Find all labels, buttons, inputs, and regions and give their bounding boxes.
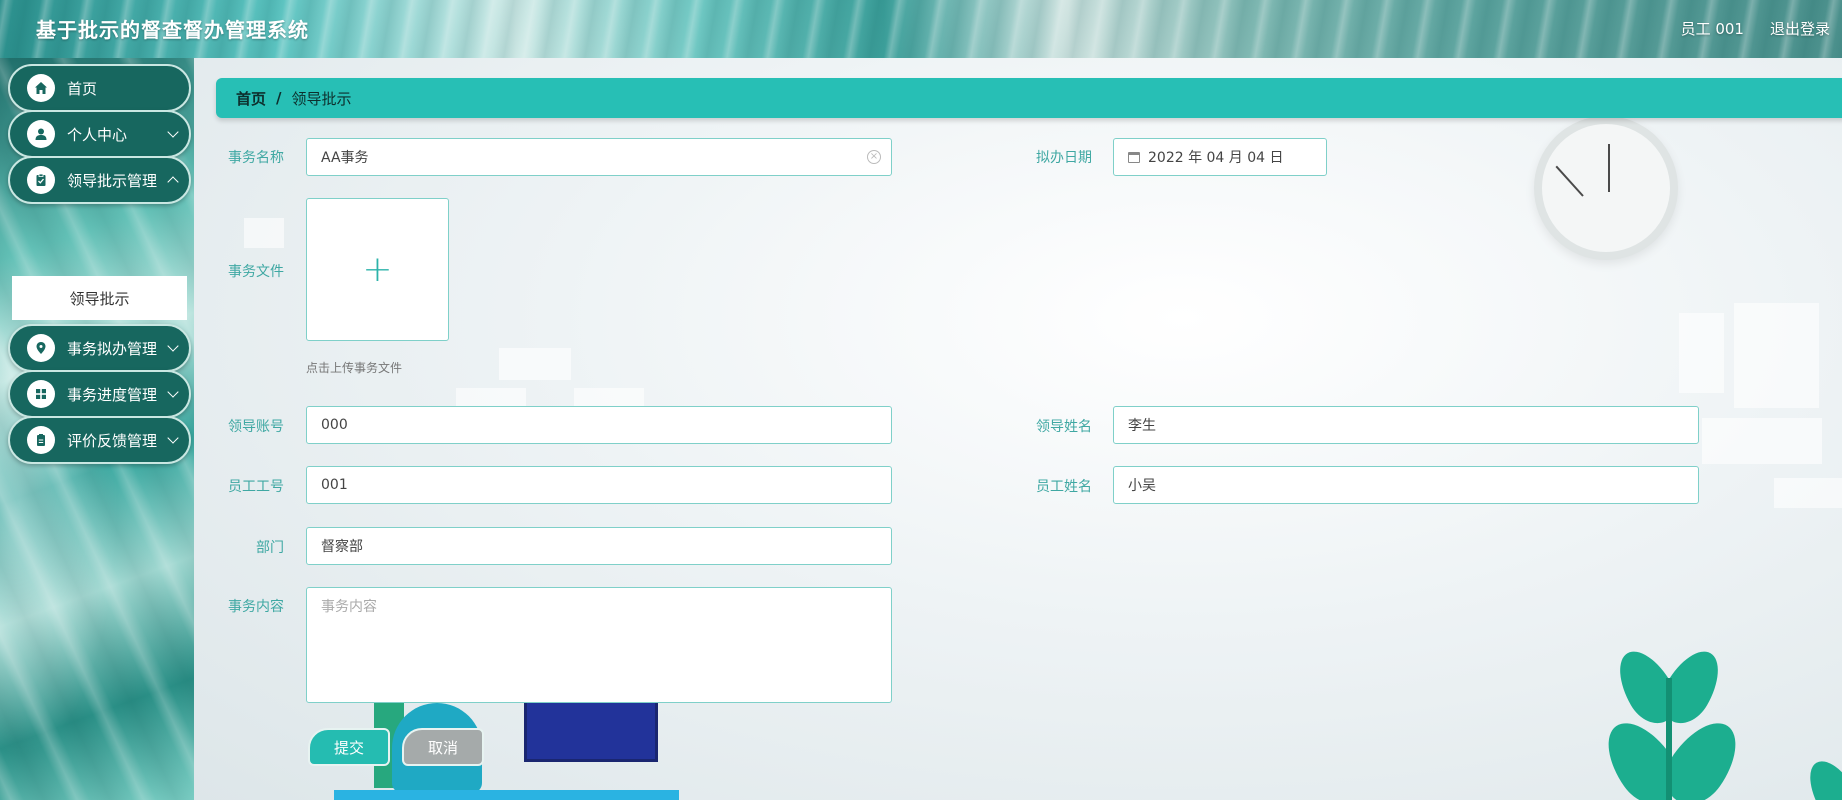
draft-date-label: 拟办日期 — [1036, 150, 1092, 166]
affair-name-label: 事务名称 — [228, 150, 284, 166]
current-user-label[interactable]: 员工 001 — [1681, 18, 1744, 39]
chevron-down-icon — [167, 126, 179, 138]
employee-name-value: 小吴 — [1128, 478, 1156, 494]
content-textarea[interactable]: 事务内容 — [306, 587, 892, 703]
decor-block — [456, 388, 526, 408]
plant-leaf — [1799, 752, 1842, 800]
submit-button[interactable]: 提交 — [308, 728, 390, 766]
illustration-monitor — [524, 694, 658, 762]
chevron-down-icon — [167, 386, 179, 398]
leader-account-value: 000 — [321, 417, 348, 433]
affair-name-input[interactable]: AA事务 × — [306, 138, 892, 176]
decor-block — [1734, 303, 1819, 408]
home-icon — [27, 74, 55, 102]
leader-account-input[interactable]: 000 — [306, 406, 892, 444]
sidebar-item-label: 领导批示管理 — [67, 171, 158, 190]
leader-name-label: 领导姓名 — [1036, 419, 1092, 435]
plus-icon: + — [362, 248, 393, 290]
logout-link[interactable]: 退出登录 — [1770, 18, 1830, 39]
grid-icon — [27, 380, 55, 408]
sidebar-item-label: 评价反馈管理 — [67, 431, 158, 450]
employee-name-label: 员工姓名 — [1036, 479, 1092, 495]
breadcrumb-current: 领导批示 — [291, 89, 352, 108]
leader-name-input[interactable]: 李生 — [1113, 406, 1699, 444]
chevron-down-icon — [167, 432, 179, 444]
draft-date-value: 2022 年 04 月 04 日 — [1148, 150, 1284, 166]
leader-account-label: 领导账号 — [228, 419, 284, 435]
file-upload-button[interactable]: + — [306, 198, 449, 341]
sidebar-item-label: 事务进度管理 — [67, 385, 158, 404]
sidebar-item-label: 个人中心 — [67, 125, 128, 144]
decor-block — [1774, 478, 1842, 508]
employee-id-input[interactable]: 001 — [306, 466, 892, 504]
calendar-icon — [1128, 151, 1140, 163]
sidebar-item-label: 事务拟办管理 — [67, 339, 158, 358]
leader-name-value: 李生 — [1128, 418, 1156, 434]
department-value: 督察部 — [321, 539, 363, 555]
decor-block — [244, 218, 284, 248]
decor-block — [499, 348, 571, 380]
location-icon — [27, 334, 55, 362]
app-title: 基于批示的督查督办管理系统 — [36, 18, 309, 42]
sidebar-item-home[interactable]: 首页 — [8, 64, 191, 112]
sidebar-item-affair-draft-mgmt[interactable]: 事务拟办管理 — [8, 324, 191, 372]
illustration-desk — [334, 790, 679, 800]
draft-date-picker[interactable]: 2022 年 04 月 04 日 — [1113, 138, 1327, 176]
breadcrumb-home[interactable]: 首页 — [236, 88, 266, 109]
decor-block — [1702, 418, 1822, 464]
content-label: 事务内容 — [228, 599, 284, 615]
upload-hint: 点击上传事务文件 — [306, 361, 403, 375]
document-icon — [27, 426, 55, 454]
clear-icon[interactable]: × — [867, 150, 881, 164]
employee-name-input[interactable]: 小吴 — [1113, 466, 1699, 504]
sidebar-item-label: 首页 — [67, 79, 98, 98]
content-placeholder: 事务内容 — [321, 599, 377, 615]
sidebar-item-leader-instruction-mgmt[interactable]: 领导批示管理 — [8, 156, 191, 204]
decor-block — [574, 388, 644, 408]
main-content: 首页 / 领导批示 事务名称 AA事务 × 拟办日期 2022 年 04 月 0… — [194, 58, 1842, 800]
sidebar: 首页 个人中心 领导批示管理 领导批示 事务拟办管理 事务进度管理 评价反馈管理 — [0, 58, 194, 800]
department-input[interactable]: 督察部 — [306, 527, 892, 565]
employee-id-value: 001 — [321, 477, 348, 493]
user-icon — [27, 120, 55, 148]
cancel-button[interactable]: 取消 — [402, 728, 484, 766]
clock-illustration — [1534, 116, 1678, 260]
breadcrumb: 首页 / 领导批示 — [216, 78, 1842, 118]
sidebar-item-evaluation-feedback-mgmt[interactable]: 评价反馈管理 — [8, 416, 191, 464]
sidebar-item-affair-progress-mgmt[interactable]: 事务进度管理 — [8, 370, 191, 418]
sidebar-item-personal-center[interactable]: 个人中心 — [8, 110, 191, 158]
employee-id-label: 员工工号 — [228, 479, 284, 495]
affair-name-value: AA事务 — [321, 150, 369, 166]
affair-file-label: 事务文件 — [228, 264, 284, 280]
sidebar-subitem-leader-instruction[interactable]: 领导批示 — [12, 276, 187, 320]
clipboard-icon — [27, 166, 55, 194]
chevron-up-icon — [167, 176, 179, 188]
breadcrumb-separator: / — [276, 89, 282, 107]
decor-block — [1679, 313, 1724, 393]
user-area: 员工 001 退出登录 — [1681, 18, 1830, 39]
department-label: 部门 — [256, 540, 284, 556]
chevron-down-icon — [167, 340, 179, 352]
plant-stem — [1666, 678, 1672, 800]
top-header: 基于批示的督查督办管理系统 员工 001 退出登录 — [0, 0, 1842, 58]
